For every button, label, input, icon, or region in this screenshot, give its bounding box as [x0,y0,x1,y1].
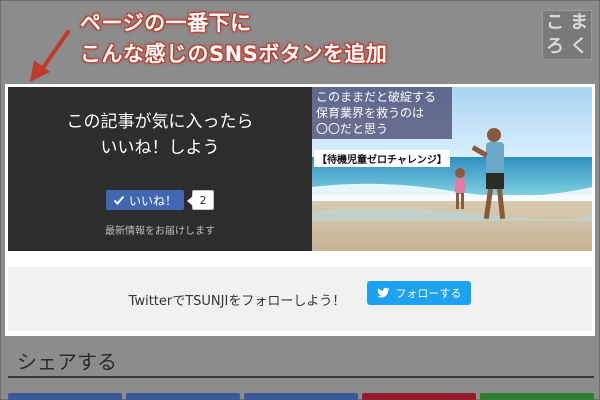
twitter-follow-button[interactable]: フォローする [367,281,472,305]
facebook-like-panel: この記事が気に入ったら いいね！しよう いいね！ 2 最新情報をお届けします [8,87,312,251]
article-thumbnail[interactable]: このままだと破綻する 保育業界を救うのは 〇〇だと思う 【待機児童ゼロチャレンジ… [312,87,592,251]
logo-char-2: ま [570,12,588,33]
twitter-bird-icon [377,287,390,298]
like-heading: この記事が気に入ったら いいね！しよう [8,109,312,161]
like-button-row: いいね！ 2 [8,190,312,210]
check-icon [113,195,125,205]
annotation-line-1: ページの一番下に [80,11,252,35]
like-subtext: 最新情報をお届けします [105,226,215,237]
share-divider [8,376,594,378]
twitter-follow-row: TwitterでTSUNJIをフォローしよう！ フォローする [8,267,592,331]
caption-line-3: 〇〇だと思う [316,122,389,136]
annotation-line-2: こんな感じのSNSボタンを追加 [80,42,388,66]
logo-char-4: く [570,36,588,57]
twitter-follow-text: TwitterでTSUNJIをフォローしよう！ [128,293,346,309]
share-title: シェアする [17,350,117,374]
annotation-arrow-icon [30,30,70,82]
share-button-1[interactable] [8,393,122,400]
logo-char-1: こ [546,12,564,33]
share-button-5[interactable] [480,393,594,400]
like-heading-line-1: この記事が気に入ったら [66,112,254,132]
share-button-3[interactable] [244,393,358,400]
caption-line-2: 保育業界を救うのは [316,106,425,120]
komaroku-logo: こ ま ろ く [542,10,592,60]
like-count-badge: 2 [187,190,214,210]
twitter-follow-label: フォローする [395,287,462,300]
share-button-4[interactable] [362,393,476,400]
thumbnail-tag: 【待機児童ゼロチャレンジ】 [314,150,450,167]
like-button-label: いいね！ [128,193,177,208]
caption-line-1: このままだと破綻する [316,90,437,104]
logo-char-3: ろ [546,36,564,57]
like-heading-line-2: いいね！しよう [100,138,220,158]
thumbnail-caption: このままだと破綻する 保育業界を救うのは 〇〇だと思う [312,87,452,139]
facebook-like-button[interactable]: いいね！ [105,190,184,210]
sns-card: この記事が気に入ったら いいね！しよう いいね！ 2 最新情報をお届けします こ… [5,84,595,336]
share-button-2[interactable] [126,393,240,400]
